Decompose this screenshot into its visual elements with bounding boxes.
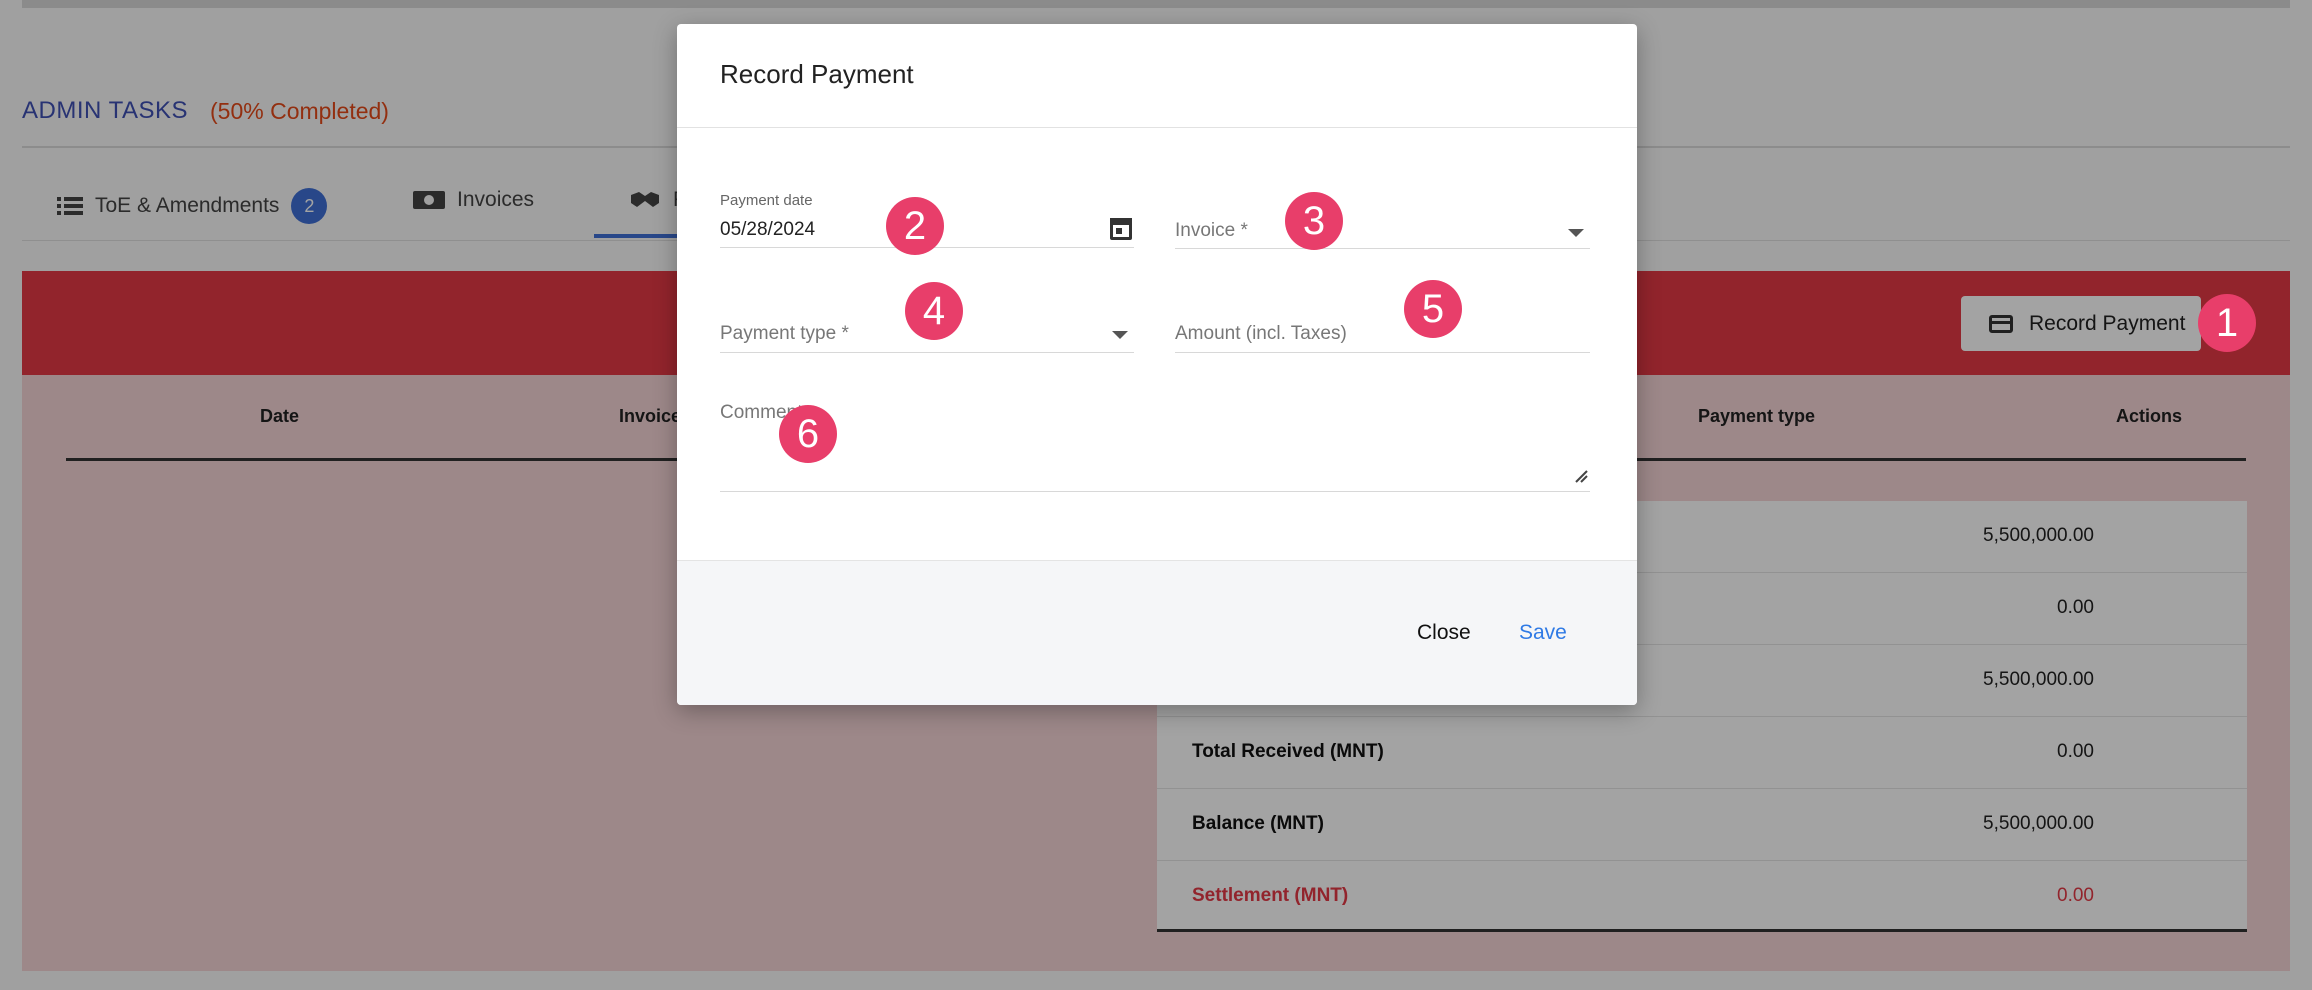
- callout-4: 4: [905, 282, 963, 340]
- comments-textarea[interactable]: Comments: [720, 394, 1590, 492]
- chevron-down-icon: [1568, 229, 1584, 237]
- resize-handle-icon[interactable]: [1574, 469, 1588, 483]
- invoice-label: Invoice *: [1175, 220, 1248, 241]
- payment-type-label: Payment type *: [720, 323, 849, 344]
- invoice-select[interactable]: Invoice *: [1175, 192, 1590, 249]
- amount-label: Amount (incl. Taxes): [1175, 323, 1347, 344]
- amount-field[interactable]: Amount (incl. Taxes): [1175, 307, 1590, 353]
- close-button[interactable]: Close: [1417, 621, 1471, 645]
- payment-date-label: Payment date: [720, 192, 813, 209]
- callout-3: 3: [1285, 192, 1343, 250]
- calendar-icon[interactable]: [1110, 218, 1132, 240]
- dialog-footer: Close Save: [677, 560, 1637, 705]
- record-payment-dialog: Record Payment Payment date 05/28/2024 I…: [677, 24, 1637, 705]
- save-button[interactable]: Save: [1519, 621, 1567, 645]
- payment-date-value: 05/28/2024: [720, 219, 816, 240]
- callout-2: 2: [886, 197, 944, 255]
- dialog-header-divider: [677, 127, 1637, 128]
- callout-6: 6: [779, 405, 837, 463]
- callout-5: 5: [1404, 280, 1462, 338]
- dialog-title: Record Payment: [720, 59, 914, 89]
- chevron-down-icon: [1112, 331, 1128, 339]
- callout-1: 1: [2198, 294, 2256, 352]
